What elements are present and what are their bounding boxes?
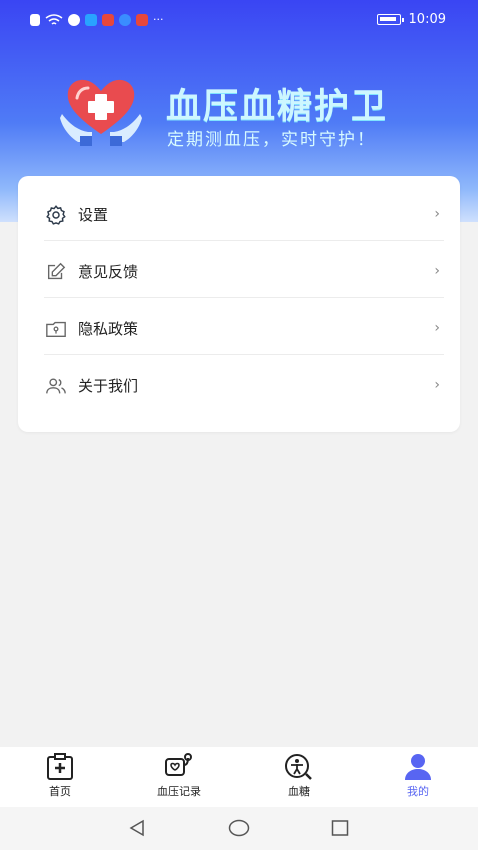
menu-item-label: 关于我们 bbox=[78, 377, 139, 395]
wifi-icon bbox=[45, 13, 63, 25]
heart-hands-logo bbox=[60, 79, 142, 146]
more-status-icon: ··· bbox=[153, 13, 164, 26]
tab-blood-glucose[interactable]: 血糖 bbox=[259, 753, 339, 799]
app-slogan: 定期测血压，实时守护！ bbox=[167, 130, 376, 150]
tab-label: 首页 bbox=[49, 785, 71, 798]
chevron-right-icon: › bbox=[434, 377, 440, 393]
menu-item-about-us[interactable]: 关于我们 › bbox=[44, 357, 444, 414]
sim-alert-icon bbox=[30, 13, 40, 26]
home-circle-icon[interactable] bbox=[228, 819, 250, 837]
chevron-right-icon: › bbox=[434, 263, 440, 279]
person-icon bbox=[405, 754, 431, 780]
app-icon-3 bbox=[102, 13, 114, 26]
divider bbox=[44, 240, 444, 241]
tab-mine[interactable]: 我的 bbox=[378, 753, 458, 799]
tab-home[interactable]: 首页 bbox=[20, 753, 100, 799]
battery-icon bbox=[376, 14, 404, 25]
tab-label: 血压记录 bbox=[157, 785, 201, 798]
app-icon-2 bbox=[85, 13, 97, 26]
divider bbox=[44, 297, 444, 298]
app-icon-5 bbox=[136, 13, 148, 26]
tab-blood-pressure-records[interactable]: 血压记录 bbox=[139, 753, 219, 799]
lock-folder-icon bbox=[44, 317, 68, 341]
status-bar: ··· 10:09 bbox=[0, 0, 478, 42]
status-icons: ··· bbox=[30, 13, 164, 26]
chevron-right-icon: › bbox=[434, 206, 440, 222]
clipboard-cross-icon bbox=[47, 753, 73, 780]
menu-item-settings[interactable]: 设置 › bbox=[44, 186, 444, 243]
back-triangle-icon[interactable] bbox=[128, 819, 146, 837]
chevron-right-icon: › bbox=[434, 320, 440, 336]
edit-icon bbox=[44, 260, 68, 284]
app-title: 血压血糖护卫 bbox=[166, 87, 389, 127]
menu-item-privacy-policy[interactable]: 隐私政策 › bbox=[44, 300, 444, 357]
glucose-icon bbox=[285, 754, 312, 780]
gear-icon bbox=[44, 203, 68, 227]
blood-pressure-icon bbox=[165, 753, 192, 776]
divider bbox=[44, 354, 444, 355]
system-nav-bar bbox=[0, 807, 478, 850]
bottom-tab-bar: 首页 血压记录 血糖 我的 bbox=[0, 747, 478, 807]
users-icon bbox=[44, 374, 68, 398]
menu-item-feedback[interactable]: 意见反馈 › bbox=[44, 243, 444, 300]
menu-item-label: 意见反馈 bbox=[78, 263, 139, 281]
status-time: 10:09 bbox=[408, 12, 446, 27]
menu-item-label: 设置 bbox=[78, 206, 109, 224]
app-icon-1 bbox=[68, 13, 80, 26]
recents-square-icon[interactable] bbox=[331, 819, 349, 837]
app-icon-4 bbox=[119, 13, 131, 26]
tab-label: 血糖 bbox=[288, 785, 310, 798]
tab-label: 我的 bbox=[407, 785, 429, 798]
settings-menu-card: 设置 › 意见反馈 › 隐私政策 › 关于我们 › bbox=[18, 176, 460, 432]
menu-item-label: 隐私政策 bbox=[78, 320, 139, 338]
